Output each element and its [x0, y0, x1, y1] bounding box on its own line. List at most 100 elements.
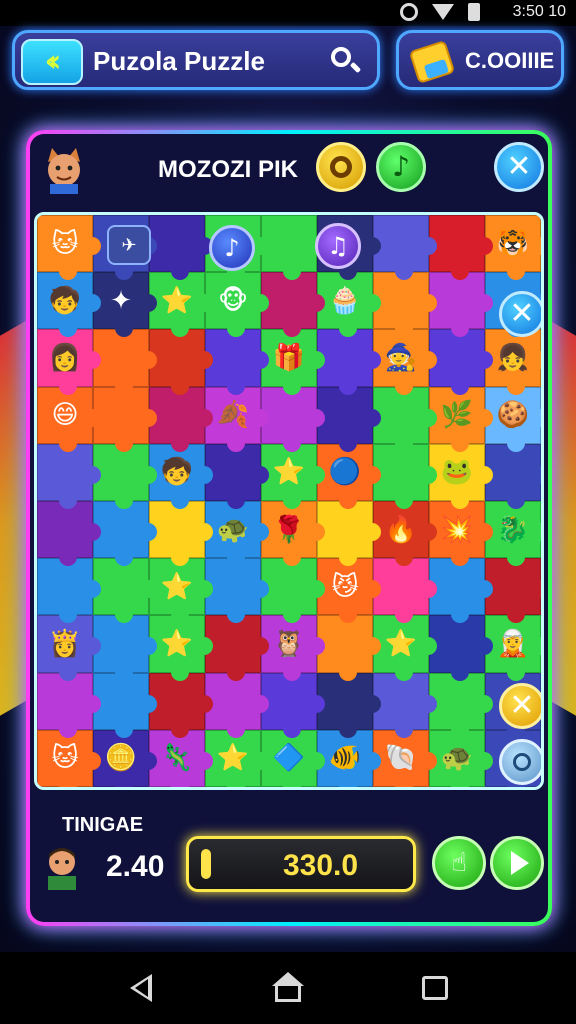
puzzle-piece[interactable]: ⭐: [149, 615, 213, 681]
puzzle-piece[interactable]: 🐵: [205, 272, 269, 338]
puzzle-piece[interactable]: 🐠: [317, 729, 381, 787]
currency-button[interactable]: C.OOIIIE: [396, 30, 564, 90]
puzzle-piece[interactable]: [93, 501, 157, 567]
puzzle-piece[interactable]: [205, 672, 269, 739]
nav-home-icon[interactable]: [272, 972, 304, 1002]
puzzle-piece[interactable]: 🐉: [485, 501, 541, 567]
puzzle-piece[interactable]: 👧: [485, 329, 541, 395]
puzzle-piece[interactable]: [37, 443, 101, 510]
puzzle-piece[interactable]: [485, 558, 541, 624]
puzzle-piece[interactable]: [205, 615, 269, 681]
plane-button[interactable]: ✈: [107, 225, 151, 265]
puzzle-piece[interactable]: [373, 443, 437, 510]
puzzle-piece[interactable]: ⭐: [261, 443, 325, 510]
back-button[interactable]: ‹‹: [21, 39, 83, 85]
puzzle-piece[interactable]: 🎁: [261, 329, 325, 395]
puzzle-piece[interactable]: [205, 443, 269, 510]
puzzle-piece[interactable]: 🐱: [37, 729, 101, 787]
puzzle-piece[interactable]: [93, 672, 157, 739]
puzzle-piece[interactable]: 🐱: [37, 215, 101, 281]
puzzle-piece[interactable]: 🌿: [429, 386, 493, 453]
puzzle-piece[interactable]: 😄: [37, 386, 101, 453]
puzzle-piece[interactable]: [317, 329, 381, 395]
disc-button[interactable]: [316, 142, 366, 192]
puzzle-piece[interactable]: [429, 272, 493, 338]
music-notes-button[interactable]: ♫: [315, 223, 361, 269]
nav-back-icon[interactable]: [130, 974, 152, 1002]
puzzle-piece[interactable]: [429, 615, 493, 681]
puzzle-piece[interactable]: [93, 615, 157, 681]
puzzle-piece[interactable]: [93, 558, 157, 624]
puzzle-piece[interactable]: [205, 329, 269, 395]
puzzle-piece[interactable]: 🐸: [429, 443, 493, 510]
puzzle-piece[interactable]: [317, 386, 381, 453]
puzzle-piece[interactable]: 🧙: [373, 329, 437, 395]
close-button[interactable]: ✕: [494, 142, 544, 192]
puzzle-piece[interactable]: [317, 672, 381, 739]
puzzle-piece[interactable]: [149, 215, 213, 281]
puzzle-piece[interactable]: ⭐: [205, 729, 269, 787]
puzzle-piece[interactable]: 🐯: [485, 215, 541, 281]
puzzle-board[interactable]: 🐱 🐯 🧒 ✦ ⭐ 🐵 🧁 👩 🎁 🧙 👧 😄 🍂 🌿 🍪 🧒 ⭐ 🔵 🐸 🐢 🌹 🔥 💥 🐉 ⭐ 😼 👸 ⭐ 🦉 ⭐ 🧝 🐱 🪙 🦎 ⭐ 🔷 🐠 🐚 🐢 ✈…: [34, 212, 544, 790]
hint-button[interactable]: ☝: [432, 836, 486, 890]
puzzle-piece[interactable]: [261, 558, 325, 624]
puzzle-piece[interactable]: [93, 386, 157, 453]
puzzle-piece[interactable]: 🐢: [205, 501, 269, 567]
puzzle-piece[interactable]: 🧒: [37, 272, 101, 338]
puzzle-piece[interactable]: ⭐: [149, 272, 213, 338]
nav-recents-icon[interactable]: [422, 976, 448, 1000]
puzzle-piece[interactable]: [485, 443, 541, 510]
puzzle-piece[interactable]: 🪙: [93, 729, 157, 787]
puzzle-piece[interactable]: 💥: [429, 501, 493, 567]
puzzle-piece[interactable]: [37, 501, 101, 567]
puzzle-piece[interactable]: [149, 386, 213, 453]
puzzle-piece[interactable]: [317, 615, 381, 681]
puzzle-piece[interactable]: [429, 329, 493, 395]
music-note-button[interactable]: ♪: [209, 225, 255, 271]
puzzle-piece[interactable]: [149, 501, 213, 567]
board-close-button[interactable]: ✕: [499, 291, 541, 337]
puzzle-piece[interactable]: [429, 215, 493, 281]
puzzle-piece[interactable]: [261, 386, 325, 453]
puzzle-piece[interactable]: [93, 329, 157, 395]
puzzle-piece[interactable]: 🦎: [149, 729, 213, 787]
puzzle-piece[interactable]: 🧒: [149, 443, 213, 510]
puzzle-piece[interactable]: ⭐: [149, 558, 213, 624]
play-button[interactable]: [490, 836, 544, 890]
puzzle-piece[interactable]: [373, 672, 437, 739]
puzzle-piece[interactable]: ⭐: [373, 615, 437, 681]
puzzle-piece[interactable]: 😼: [317, 558, 381, 624]
puzzle-piece[interactable]: [373, 558, 437, 624]
puzzle-piece[interactable]: [373, 386, 437, 453]
puzzle-piece[interactable]: 🍪: [485, 386, 541, 453]
puzzle-piece[interactable]: [373, 215, 437, 281]
puzzle-piece[interactable]: [149, 672, 213, 739]
puzzle-piece[interactable]: [149, 329, 213, 395]
puzzle-piece[interactable]: [261, 272, 325, 338]
puzzle-piece[interactable]: [261, 672, 325, 739]
puzzle-piece[interactable]: 🔷: [261, 729, 325, 787]
puzzle-piece[interactable]: 🔵: [317, 443, 381, 510]
puzzle-piece[interactable]: [429, 672, 493, 739]
puzzle-piece[interactable]: 🧁: [317, 272, 381, 338]
search-icon[interactable]: [329, 45, 363, 79]
user-button[interactable]: [499, 739, 541, 785]
puzzle-piece[interactable]: [37, 558, 101, 624]
puzzle-piece[interactable]: [37, 672, 101, 739]
puzzle-piece[interactable]: [261, 215, 325, 281]
puzzle-piece[interactable]: [93, 443, 157, 510]
puzzle-piece[interactable]: 🧝: [485, 615, 541, 681]
puzzle-piece[interactable]: 🍂: [205, 386, 269, 453]
puzzle-piece[interactable]: [373, 272, 437, 338]
puzzle-piece[interactable]: 🐚: [373, 729, 437, 787]
puzzle-piece[interactable]: 🐢: [429, 729, 493, 787]
puzzle-piece[interactable]: 🌹: [261, 501, 325, 567]
music-button[interactable]: ♪: [376, 142, 426, 192]
puzzle-piece[interactable]: [205, 558, 269, 624]
board-close-yellow-button[interactable]: ✕: [499, 683, 541, 729]
puzzle-piece[interactable]: 🔥: [373, 501, 437, 567]
puzzle-piece[interactable]: [317, 501, 381, 567]
puzzle-piece[interactable]: [429, 558, 493, 624]
puzzle-piece[interactable]: ✦: [93, 272, 157, 338]
puzzle-piece[interactable]: 👸: [37, 615, 101, 681]
